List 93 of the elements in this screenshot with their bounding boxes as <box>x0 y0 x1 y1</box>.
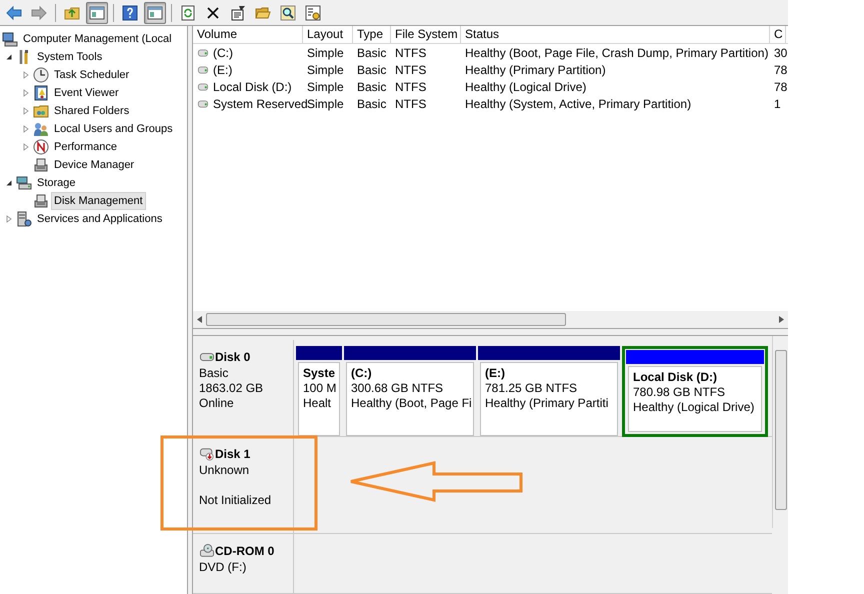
scroll-left-arrow-icon[interactable] <box>197 316 202 323</box>
tree-item[interactable]: Storage <box>34 174 79 192</box>
tree-item[interactable]: Disk Management <box>51 192 146 210</box>
users-icon <box>33 121 49 137</box>
server-icon <box>16 211 32 227</box>
partition-block[interactable]: Local Disk (D:) 780.98 GB NTFS Healthy (Logical Drive) <box>622 346 768 437</box>
refresh-icon <box>180 4 196 20</box>
panel-icon <box>89 4 105 20</box>
tree-item[interactable]: Task Scheduler <box>51 66 132 84</box>
search-icon <box>280 4 296 20</box>
clock-icon <box>33 67 49 83</box>
column-header[interactable]: Layout <box>303 26 353 43</box>
table-cell-text: Basic <box>357 78 386 96</box>
expand-arrow-icon[interactable] <box>22 89 30 97</box>
drive-icon <box>195 82 211 92</box>
tree-item[interactable]: Local Users and Groups <box>51 120 176 138</box>
table-cell-text: Healthy (System, Active, Primary Partition) <box>465 96 692 112</box>
document-icon <box>230 4 246 20</box>
disk-name: Disk 0 <box>215 349 250 366</box>
disk-info: Unknown <box>199 463 250 478</box>
disk-info: Basic <box>199 366 230 381</box>
settings-icon <box>305 4 321 20</box>
table-cell-text: Simple <box>307 62 344 78</box>
collapse-arrow-icon[interactable] <box>5 53 13 61</box>
disk-name: Disk 1 <box>215 446 250 463</box>
table-cell-text: Healthy (Primary Partition) <box>465 62 606 78</box>
tree-item[interactable]: Shared Folders <box>51 102 132 120</box>
expand-arrow-icon[interactable] <box>22 107 30 115</box>
log-icon <box>33 85 49 101</box>
drive-icon <box>195 98 211 108</box>
table-cell-text: Basic <box>357 62 386 78</box>
tree-item[interactable]: System Tools <box>34 48 106 66</box>
tree-item[interactable]: Event Viewer <box>51 84 122 102</box>
table-cell-text: 78 <box>774 78 788 96</box>
gauge-icon <box>33 139 49 155</box>
drive-icon <box>195 64 211 74</box>
vertical-scrollbar[interactable] <box>772 336 788 528</box>
table-cell-text: Local Disk (D:) <box>213 78 292 96</box>
table-cell-text: (E:) <box>213 62 232 78</box>
table-cell-text: Basic <box>357 96 386 112</box>
computer-icon <box>2 31 18 47</box>
panel-icon <box>147 4 163 20</box>
tree-item[interactable]: Computer Management (Local <box>20 30 175 48</box>
table-cell-text: NTFS <box>395 62 426 78</box>
table-cell-text: 78 <box>774 62 788 78</box>
folder-icon <box>255 4 271 20</box>
expand-arrow-icon[interactable] <box>22 143 30 151</box>
table-cell-text: NTFS <box>395 44 426 62</box>
folder-icon <box>33 103 49 119</box>
drive-icon <box>195 48 211 58</box>
collapse-arrow-icon[interactable] <box>5 179 13 187</box>
panel-button[interactable] <box>86 2 108 24</box>
table-cell-text: (C:) <box>213 44 233 62</box>
table-cell-text: Basic <box>357 44 386 62</box>
back-arrow-icon <box>6 4 22 20</box>
disk-info: Not Initialized <box>199 493 272 508</box>
expand-arrow-icon[interactable] <box>22 125 30 133</box>
disk-info: DVD (F:) <box>199 560 248 575</box>
tree-item[interactable]: Services and Applications <box>34 210 166 228</box>
table-cell-text: System Reserved <box>213 96 308 112</box>
storage-icon <box>16 175 32 191</box>
table-cell-text: Healthy (Logical Drive) <box>465 78 586 96</box>
scroll-right-arrow-icon[interactable] <box>779 316 784 323</box>
cd-drive-icon <box>199 544 215 558</box>
forward-arrow-icon <box>31 4 47 20</box>
table-cell-text: NTFS <box>395 78 426 96</box>
table-cell-text: Simple <box>307 44 344 62</box>
tree-item[interactable]: Device Manager <box>51 156 138 174</box>
disk-info: 1863.02 GB <box>199 381 264 396</box>
table-cell-text: Simple <box>307 96 344 112</box>
disk-name: CD-ROM 0 <box>215 543 274 560</box>
column-header[interactable]: C <box>770 26 786 43</box>
table-cell-text: NTFS <box>395 96 426 112</box>
panel-button[interactable] <box>144 2 166 24</box>
horizontal-scrollbar[interactable] <box>193 311 788 328</box>
table-cell-text: 1 <box>774 96 781 112</box>
close-icon <box>205 4 221 20</box>
table-cell-text: 30 <box>774 44 788 62</box>
device-icon <box>33 193 49 209</box>
column-header[interactable]: Volume <box>193 26 303 43</box>
folder-icon <box>64 4 80 20</box>
expand-arrow-icon[interactable] <box>22 71 30 79</box>
disk-info: Online <box>199 396 235 411</box>
tree-item[interactable]: Performance <box>51 138 120 156</box>
column-header[interactable]: Type <box>353 26 391 43</box>
table-cell-text: Healthy (Boot, Page File, Crash Dump, Primary Partition) <box>465 44 768 62</box>
column-header[interactable]: Status <box>461 26 770 43</box>
column-header[interactable]: File System <box>391 26 461 43</box>
device-icon <box>33 157 49 173</box>
disk-icon <box>199 447 215 461</box>
help-icon <box>122 4 138 20</box>
expand-arrow-icon[interactable] <box>5 215 13 223</box>
table-cell-text: Simple <box>307 78 344 96</box>
